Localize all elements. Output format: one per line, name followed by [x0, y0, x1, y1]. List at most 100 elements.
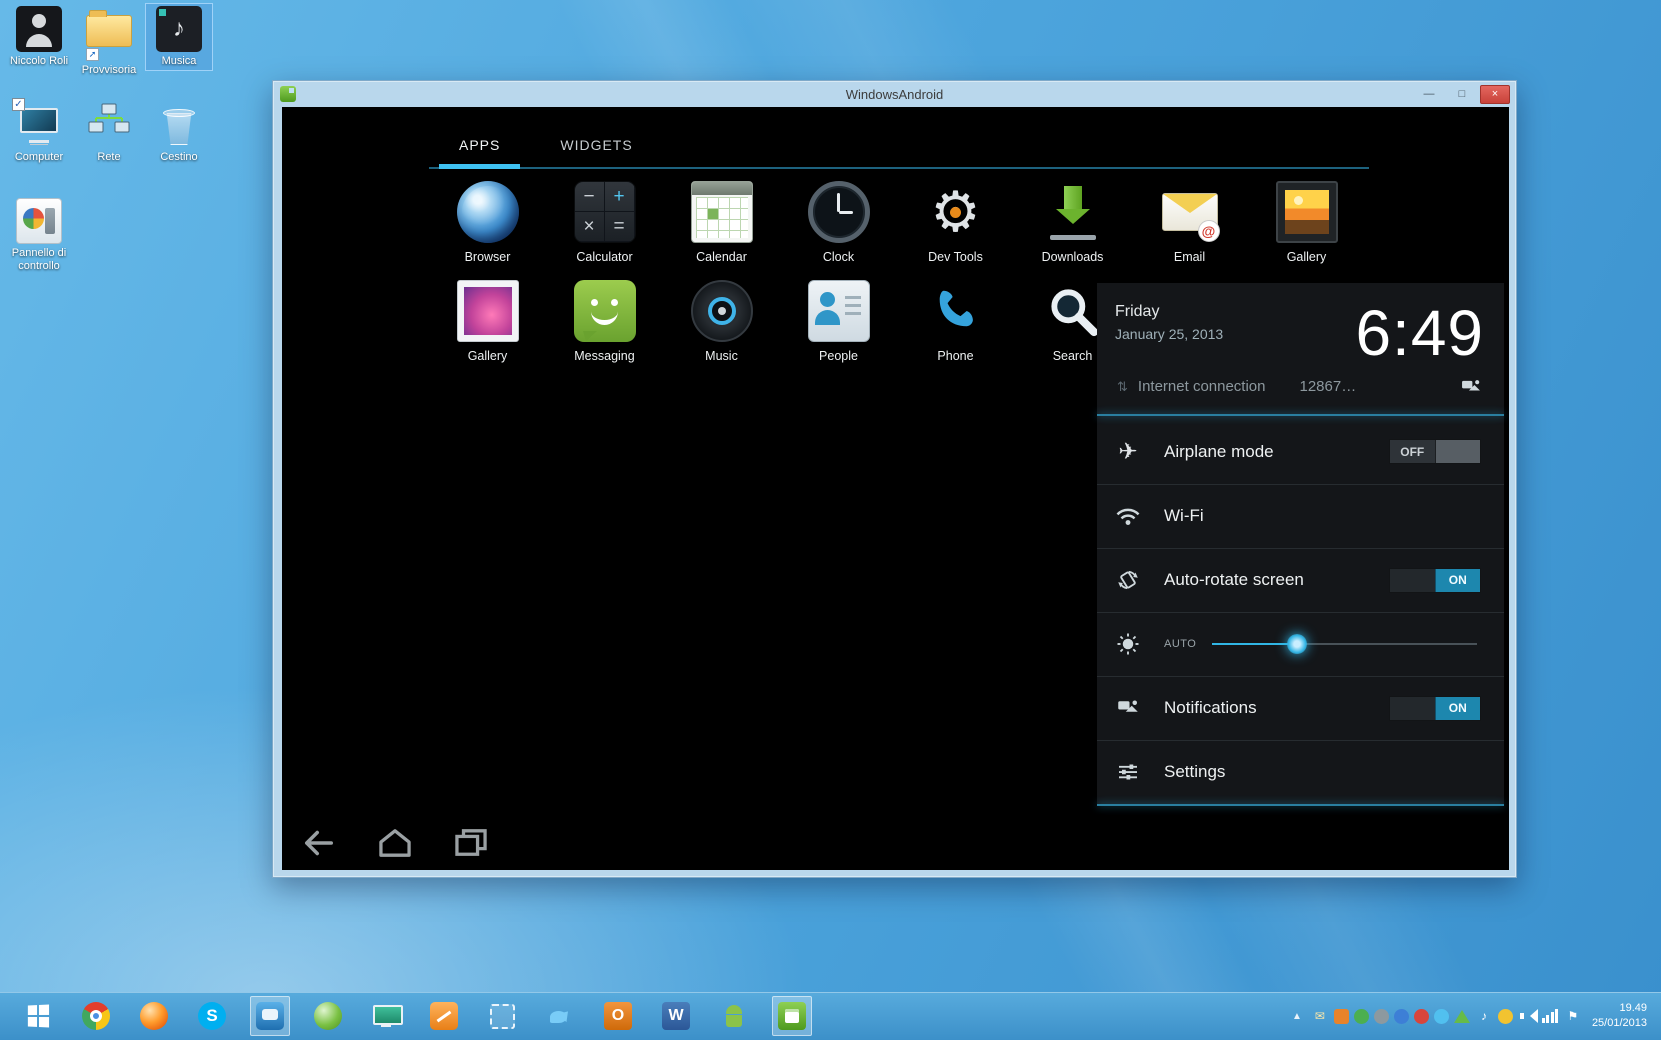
app-calculator[interactable]: − + × = Calculator: [546, 181, 663, 264]
taskbar-outlook-button[interactable]: O: [598, 996, 638, 1036]
app-clock[interactable]: Clock: [780, 181, 897, 264]
tray-yellow-app-icon[interactable]: [1497, 1008, 1513, 1024]
desktop-icon-label: Rete: [97, 151, 121, 163]
tray-mail-icon[interactable]: ✉: [1311, 1007, 1329, 1025]
tray-volume-icon[interactable]: [1518, 1007, 1538, 1025]
control-panel-icon: [16, 198, 62, 244]
tray-language-flag-icon[interactable]: ⚑: [1564, 1007, 1582, 1025]
brightness-slider[interactable]: [1212, 632, 1477, 656]
taskbar-twitter-button[interactable]: [540, 996, 580, 1036]
app-label: Browser: [464, 250, 511, 264]
tray-network-icon[interactable]: [1541, 1007, 1559, 1025]
desktop-icon-label: Cestino: [160, 151, 198, 163]
start-button[interactable]: [14, 996, 62, 1036]
wifi-icon: [1114, 505, 1142, 527]
tray-music-icon[interactable]: ♪: [1475, 1007, 1493, 1025]
close-button[interactable]: ×: [1480, 84, 1510, 104]
qs-status-row[interactable]: ⇅ Internet connection 12867…: [1097, 368, 1504, 414]
desktop-icon-rete[interactable]: Rete: [76, 100, 142, 166]
taskbar-orange-app-button[interactable]: [424, 996, 464, 1036]
auto-rotate-toggle[interactable]: ON: [1389, 567, 1481, 593]
taskbar-word-button[interactable]: W: [656, 996, 696, 1036]
gear-glyph: ⚙: [930, 180, 981, 243]
messaging-icon: [573, 280, 636, 342]
taskbar-windowsandroid-button[interactable]: [772, 996, 812, 1036]
app-messaging[interactable]: Messaging: [546, 280, 663, 363]
wifi-row[interactable]: Wi-Fi: [1097, 483, 1504, 548]
window-titlebar[interactable]: WindowsAndroid — □ ×: [273, 81, 1516, 107]
desktop-icon-label: Provvisoria: [81, 64, 137, 76]
taskbar-green-orb-button[interactable]: [308, 996, 348, 1036]
minimize-button[interactable]: —: [1414, 85, 1444, 104]
app-gallery-2[interactable]: Gallery: [429, 280, 546, 363]
launcher-tabs: APPS WIDGETS: [429, 123, 1369, 169]
desktop-icon-computer[interactable]: Computer: [6, 98, 72, 166]
desktop-icon-niccolo-roli[interactable]: Niccolo Roli: [6, 4, 72, 70]
app-email[interactable]: @ Email: [1131, 181, 1248, 264]
tray-triangle-app-icon[interactable]: [1453, 1009, 1470, 1023]
auto-rotate-icon: [1114, 568, 1142, 592]
settings-row[interactable]: Settings: [1097, 739, 1504, 804]
quick-settings-panel: Friday January 25, 2013 6:49 ⇅ Internet …: [1097, 283, 1504, 806]
qs-status-label: Internet connection: [1137, 378, 1266, 396]
snipping-tool-icon: [489, 1003, 515, 1029]
chrome-icon: [82, 1002, 110, 1030]
tray-green-app-icon[interactable]: [1353, 1008, 1369, 1024]
airplane-mode-toggle[interactable]: OFF: [1389, 439, 1481, 465]
app-gallery[interactable]: Gallery: [1248, 181, 1365, 264]
app-label: Dev Tools: [928, 250, 983, 264]
brightness-slider-thumb[interactable]: [1287, 634, 1308, 655]
qs-header: Friday January 25, 2013 6:49: [1097, 283, 1504, 368]
app-music[interactable]: Music: [663, 280, 780, 363]
tray-orange-app-icon[interactable]: [1333, 1008, 1349, 1024]
calc-symbol: ×: [574, 212, 605, 242]
selection-checkbox[interactable]: [12, 98, 25, 111]
app-calendar[interactable]: Calendar: [663, 181, 780, 264]
desktop-icon-pannello-di-controllo[interactable]: Pannello di controllo: [6, 196, 72, 275]
user-account-icon: [16, 6, 62, 52]
taskbar-remote-desktop-button[interactable]: [366, 996, 406, 1036]
notifications-row[interactable]: Notifications ON: [1097, 675, 1504, 740]
taskbar-firefox-button[interactable]: [134, 996, 174, 1036]
app-downloads[interactable]: Downloads: [1014, 181, 1131, 264]
taskbar-skype-button[interactable]: S: [192, 996, 232, 1036]
taskbar-android-button[interactable]: [714, 996, 754, 1036]
tray-blue-app-icon[interactable]: [1393, 1008, 1409, 1024]
tray-gray-app-icon[interactable]: [1373, 1008, 1389, 1024]
settings-label: Settings: [1164, 762, 1226, 782]
desktop-icon-musica[interactable]: ♪ Musica: [145, 2, 213, 72]
taskbar-chrome-button[interactable]: [76, 996, 116, 1036]
tray-show-hidden-icon[interactable]: ▲: [1288, 1007, 1306, 1025]
toggle-state-label: OFF: [1390, 440, 1435, 464]
airplane-mode-row[interactable]: ✈ Airplane mode OFF: [1097, 420, 1504, 484]
network-icon: [86, 102, 132, 148]
desktop-icon-cestino[interactable]: Cestino: [146, 100, 212, 166]
desktop-icon-label: Musica: [161, 55, 197, 67]
app-phone[interactable]: Phone: [897, 280, 1014, 363]
maximize-button[interactable]: □: [1447, 85, 1477, 104]
tab-widgets[interactable]: WIDGETS: [530, 123, 662, 167]
tab-apps[interactable]: APPS: [429, 123, 530, 169]
notifications-label: Notifications: [1164, 698, 1257, 718]
nav-recents-button[interactable]: [446, 826, 496, 860]
tray-twitter-icon[interactable]: [1433, 1008, 1449, 1024]
app-browser[interactable]: Browser: [429, 181, 546, 264]
wifi-label: Wi-Fi: [1164, 506, 1204, 526]
desktop-icon-label: Pannello di controllo: [11, 247, 67, 273]
taskbar-clock[interactable]: 19.49 25/01/2013: [1592, 1001, 1647, 1032]
auto-rotate-row[interactable]: Auto-rotate screen ON: [1097, 547, 1504, 612]
network-activity-icon: ⇅: [1117, 378, 1128, 394]
tray-red-app-icon[interactable]: [1413, 1008, 1429, 1024]
app-dev-tools[interactable]: ⚙ Dev Tools: [897, 180, 1014, 265]
nav-back-button[interactable]: [294, 826, 344, 860]
android-navbar: [282, 816, 1509, 870]
taskbar-chat-app-button[interactable]: [250, 996, 290, 1036]
desktop-icon-provvisoria[interactable]: Provvisoria: [76, 4, 142, 79]
taskbar-snipping-tool-button[interactable]: [482, 996, 522, 1036]
app-label: Gallery: [1286, 250, 1327, 264]
qs-status-value: 12867…: [1299, 378, 1357, 396]
brightness-row[interactable]: AUTO: [1097, 611, 1504, 676]
app-people[interactable]: People: [780, 280, 897, 363]
nav-home-button[interactable]: [370, 826, 420, 860]
notifications-toggle[interactable]: ON: [1389, 695, 1481, 721]
